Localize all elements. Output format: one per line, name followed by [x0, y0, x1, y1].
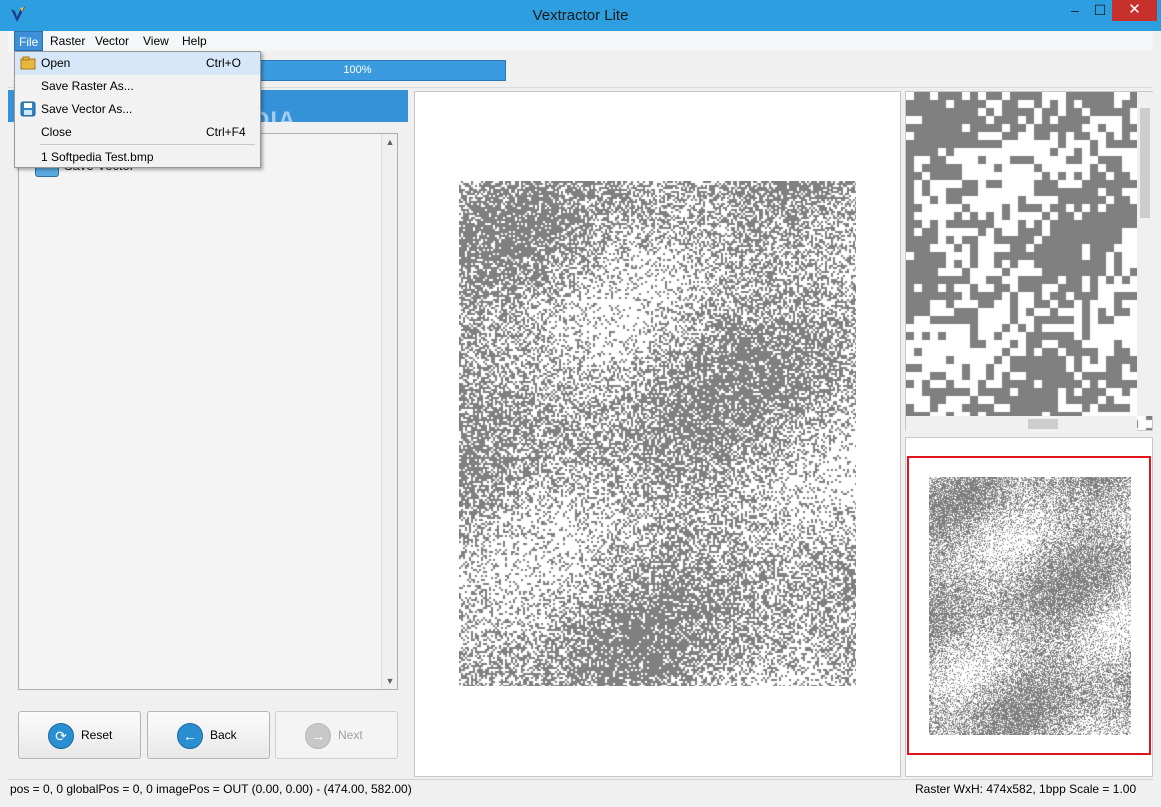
reset-label: Reset — [81, 728, 113, 742]
menu-item-save-raster-label: Save Raster As... — [41, 79, 134, 93]
menu-item-close[interactable]: Close Ctrl+F4 — [15, 121, 260, 144]
zoom-view[interactable] — [905, 91, 1153, 431]
menu-item-recent-file[interactable]: 1 Softpedia Test.bmp — [15, 146, 260, 169]
status-raster-info: Raster WxH: 474x582, 1bpp Scale = 1.00 — [915, 782, 1137, 796]
zoom-image — [906, 92, 1152, 430]
tree-scrollbar[interactable]: ▲ ▼ — [381, 134, 397, 689]
raster-image — [459, 181, 856, 686]
window-title: Vextractor Lite — [532, 7, 629, 24]
menu-item-open-label: Open — [41, 56, 71, 70]
menu-item-open-shortcut: Ctrl+O — [206, 56, 242, 70]
arrow-right-icon: → — [305, 723, 331, 749]
status-position: pos = 0, 0 globalPos = 0, 0 imagePos = O… — [10, 782, 412, 796]
reset-button[interactable]: ⟳ Reset — [18, 711, 141, 759]
menu-item-recent-label: 1 Softpedia Test.bmp — [41, 150, 154, 164]
menu-file[interactable]: File — [14, 31, 44, 51]
zoom-horizontal-scrollbar[interactable] — [906, 416, 1137, 432]
menu-help[interactable]: Help — [178, 31, 211, 51]
menu-item-save-vector[interactable]: Save Vector As... — [15, 98, 260, 121]
scroll-down-icon[interactable]: ▼ — [382, 673, 398, 689]
menu-vector[interactable]: Vector — [91, 31, 133, 51]
step-tree[interactable] — [18, 133, 398, 690]
menu-item-close-label: Close — [41, 125, 72, 139]
maximize-button[interactable]: ☐ — [1088, 0, 1112, 21]
zoom-horizontal-thumb[interactable] — [1028, 419, 1058, 429]
back-button[interactable]: ← Back — [147, 711, 270, 759]
menu-item-close-shortcut: Ctrl+F4 — [206, 125, 246, 139]
zoom-vertical-thumb[interactable] — [1140, 108, 1150, 218]
preview-viewport-frame[interactable] — [907, 456, 1151, 755]
menu-separator — [40, 144, 255, 145]
arrow-left-icon: ← — [177, 723, 203, 749]
close-window-button[interactable]: ✕ — [1112, 0, 1157, 21]
menu-raster[interactable]: Raster — [46, 31, 89, 51]
minimize-button[interactable]: – — [1062, 0, 1088, 21]
menu-item-save-raster[interactable]: Save Raster As... — [15, 75, 260, 98]
next-button: → Next — [275, 711, 398, 759]
menu-item-save-vector-label: Save Vector As... — [41, 102, 133, 116]
scroll-up-icon[interactable]: ▲ — [382, 134, 398, 150]
next-label: Next — [338, 728, 363, 742]
back-label: Back — [210, 728, 237, 742]
menu-view[interactable]: View — [139, 31, 173, 51]
floppy-disk-icon — [20, 101, 36, 117]
menu-item-open[interactable]: Open Ctrl+O — [15, 52, 260, 75]
folder-open-icon — [20, 56, 36, 70]
refresh-icon: ⟳ — [48, 723, 74, 749]
